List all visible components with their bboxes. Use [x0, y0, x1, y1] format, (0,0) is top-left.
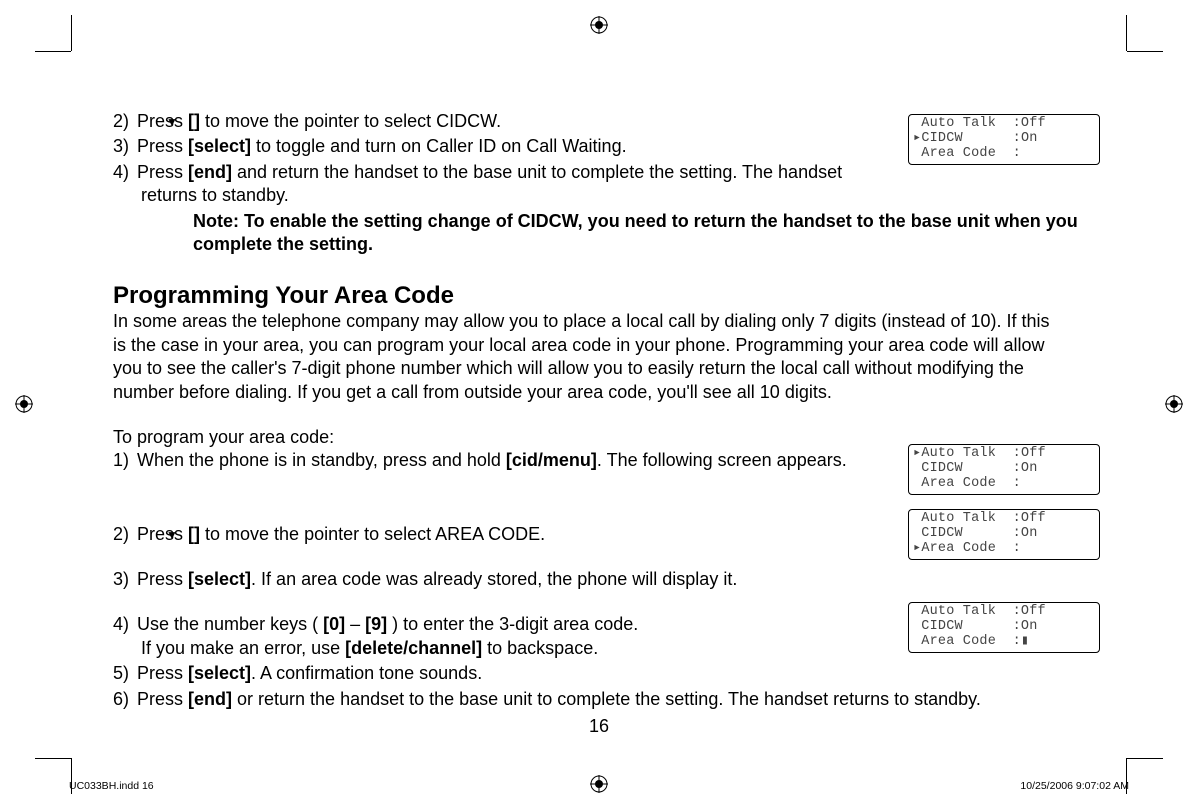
step-number: 4) — [113, 161, 137, 184]
step-item: 1)When the phone is in standby, press an… — [113, 449, 893, 472]
step-item: 6)Press [end] or return the handset to t… — [113, 688, 1073, 711]
step-number: 4) — [113, 613, 137, 636]
footer-filename: UC033BH.indd 16 — [69, 780, 154, 792]
crop-mark — [35, 51, 71, 52]
step-number: 5) — [113, 662, 137, 685]
step-text: Press [end] or return the handset to the… — [137, 689, 981, 709]
step-list-bottom: 1)When the phone is in standby, press an… — [113, 449, 893, 472]
crop-mark — [1126, 15, 1127, 51]
crop-mark — [1127, 51, 1163, 52]
step-text: When the phone is in standby, press and … — [137, 450, 847, 470]
lcd-screen-menu-top: ▸Auto Talk :Off CIDCW :On Area Code : — [908, 444, 1100, 495]
registration-mark-icon — [1165, 395, 1183, 413]
step-number: 3) — [113, 568, 137, 591]
step-list-bottom: 2)Press [▼] to move the pointer to selec… — [113, 523, 893, 546]
section-heading: Programming Your Area Code — [113, 282, 1093, 310]
step-text: Use the number keys ( [0] – [9] ) to ent… — [137, 614, 638, 657]
registration-mark-icon — [590, 16, 608, 34]
step-text: Press [end] and return the handset to th… — [137, 162, 842, 205]
lcd-screen-area-code-entry: Auto Talk :Off CIDCW :On Area Code :▮ — [908, 602, 1100, 653]
page-number: 16 — [0, 716, 1198, 737]
section-paragraph: In some areas the telephone company may … — [113, 310, 1063, 404]
step-text: Press [select] to toggle and turn on Cal… — [137, 136, 627, 156]
step-number: 3) — [113, 135, 137, 158]
step-text: Press [▼] to move the pointer to select … — [137, 524, 545, 544]
step-list-top: 2)Press [▼] to move the pointer to selec… — [113, 110, 893, 208]
crop-mark — [1127, 758, 1163, 759]
crop-mark — [35, 758, 71, 759]
step-text: Press [▼] to move the pointer to select … — [137, 111, 501, 131]
registration-mark-icon — [15, 395, 33, 413]
footer: UC033BH.indd 16 10/25/2006 9:07:02 AM — [69, 780, 1129, 792]
step-number: 6) — [113, 688, 137, 711]
note-text: Note: To enable the setting change of CI… — [193, 210, 1093, 257]
step-number: 2) — [113, 110, 137, 133]
step-item: 3)Press [select] to toggle and turn on C… — [113, 135, 893, 158]
step-item: 5)Press [select]. A confirmation tone so… — [113, 662, 1073, 685]
footer-timestamp: 10/25/2006 9:07:02 AM — [1020, 780, 1129, 792]
lcd-screen-cidcw: Auto Talk :Off ▸CIDCW :On Area Code : — [908, 114, 1100, 165]
step-list-bottom: 3)Press [select]. If an area code was al… — [113, 568, 893, 591]
crop-mark — [71, 15, 72, 51]
step-number: 1) — [113, 449, 137, 472]
step-number: 2) — [113, 523, 137, 546]
lcd-screen-area-code-pointer: Auto Talk :Off CIDCW :On ▸Area Code : — [908, 509, 1100, 560]
step-item: 4)Press [end] and return the handset to … — [113, 161, 893, 208]
page-content: Auto Talk :Off ▸CIDCW :On Area Code : 2)… — [113, 110, 1093, 713]
step-text: Press [select]. A confirmation tone soun… — [137, 663, 482, 683]
step-item: 2)Press [▼] to move the pointer to selec… — [113, 110, 893, 133]
step-item: 3)Press [select]. If an area code was al… — [113, 568, 893, 591]
step-item: 2)Press [▼] to move the pointer to selec… — [113, 523, 893, 546]
step-text: Press [select]. If an area code was alre… — [137, 569, 737, 589]
